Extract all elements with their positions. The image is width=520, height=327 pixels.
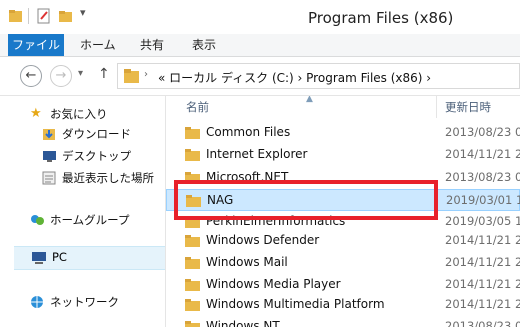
folder-icon (185, 321, 200, 327)
nav-homegroup[interactable]: ホームグループ (0, 210, 160, 230)
nav-downloads[interactable]: ダウンロード (0, 124, 160, 144)
path-chevron-icon: › (144, 69, 148, 80)
nav-desktop[interactable]: デスクトップ (0, 146, 160, 166)
column-divider[interactable] (436, 96, 437, 118)
folder-icon[interactable] (8, 8, 24, 24)
back-button[interactable]: ← (20, 65, 42, 87)
tab-share[interactable]: 共有 (140, 34, 164, 56)
annotation-highlight (174, 180, 438, 220)
file-name: Windows Defender (206, 233, 320, 247)
address-bar[interactable]: › « ローカル ディスク (C:) › Program Files (x86)… (117, 63, 520, 89)
tab-view[interactable]: 表示 (192, 34, 216, 56)
table-row[interactable]: Internet Explorer 2014/11/21 2 (166, 144, 520, 166)
folder-icon (185, 279, 200, 291)
new-folder-icon[interactable] (58, 8, 74, 24)
folder-icon (185, 257, 200, 269)
recent-locations-icon[interactable]: ▾ (78, 68, 83, 79)
nav-pc[interactable]: PC (14, 246, 165, 270)
tab-home[interactable]: ホーム (80, 34, 116, 56)
sort-ascending-icon: ▲ (306, 96, 313, 104)
navigation-pane: ★ お気に入り ダウンロード デスクトップ 最近表示した場所 ホームグループ P… (0, 96, 165, 327)
table-row[interactable]: Windows Media Player 2014/11/21 2 (166, 274, 520, 296)
forward-arrow-icon: → (55, 68, 67, 83)
address-path: « ローカル ディスク (C:) › Program Files (x86) › (158, 71, 432, 85)
star-icon: ★ (30, 106, 42, 121)
file-date: 2019/03/01 1 (446, 193, 520, 207)
file-date: 2013/08/23 0 (445, 125, 520, 139)
file-name: Internet Explorer (206, 147, 308, 161)
nav-favorites[interactable]: ★ お気に入り (0, 104, 160, 124)
network-icon (31, 296, 43, 308)
window-title: Program Files (x86) (308, 9, 454, 27)
table-row[interactable]: Windows Defender 2014/11/21 2 (166, 230, 520, 252)
nav-desktop-label: デスクトップ (62, 149, 131, 163)
nav-favorites-label: お気に入り (50, 107, 108, 121)
homegroup-icon (31, 215, 44, 225)
forward-button[interactable]: → (50, 65, 72, 87)
customize-dropdown-icon[interactable]: ▾ (80, 6, 86, 19)
folder-icon (185, 127, 200, 139)
folder-icon (185, 299, 200, 311)
file-name: Windows Media Player (206, 277, 341, 291)
file-name: Windows Multimedia Platform (206, 297, 385, 311)
column-header-date[interactable]: 更新日時 (445, 99, 491, 115)
file-date: 2013/08/23 0 (445, 319, 520, 327)
title-bar: ▾ Program Files (x86) (0, 0, 520, 34)
up-arrow-icon[interactable]: ↑ (98, 66, 110, 82)
table-row[interactable]: Common Files 2013/08/23 0 (166, 122, 520, 144)
navigation-bar: ← → ▾ ↑ › « ローカル ディスク (C:) › Program Fil… (0, 57, 520, 96)
nav-network[interactable]: ネットワーク (0, 292, 160, 312)
file-date: 2019/03/05 1 (445, 214, 520, 228)
ribbon-tabs: ファイル ホーム 共有 表示 (0, 34, 520, 57)
nav-network-label: ネットワーク (50, 295, 119, 309)
nav-homegroup-label: ホームグループ (50, 213, 130, 227)
file-date: 2013/08/23 0 (445, 170, 520, 184)
nav-pc-label: PC (52, 250, 67, 264)
file-date: 2014/11/21 2 (445, 233, 520, 247)
recent-places-icon (42, 171, 56, 185)
file-date: 2014/11/21 2 (445, 277, 520, 291)
nav-downloads-label: ダウンロード (62, 127, 131, 141)
file-name: Windows Mail (206, 255, 288, 269)
file-date: 2014/11/21 2 (445, 255, 520, 269)
desktop-icon (43, 151, 56, 162)
table-row[interactable]: Windows NT 2013/08/23 0 (166, 316, 520, 327)
properties-icon[interactable] (36, 8, 52, 24)
file-date: 2014/11/21 2 (445, 147, 520, 161)
file-name: Windows NT (206, 319, 280, 327)
back-arrow-icon: ← (25, 68, 37, 83)
folder-icon (185, 235, 200, 247)
file-date: 2014/11/21 2 (445, 297, 520, 311)
column-header-name[interactable]: 名前 (186, 99, 209, 115)
nav-recent-places[interactable]: 最近表示した場所 (0, 168, 160, 188)
file-name: Common Files (206, 125, 291, 139)
folder-icon (124, 69, 139, 83)
tab-file[interactable]: ファイル (8, 34, 64, 56)
folder-icon (185, 149, 200, 161)
nav-recent-places-label: 最近表示した場所 (62, 171, 154, 185)
table-row[interactable]: Windows Multimedia Platform 2014/11/21 2 (166, 294, 520, 316)
table-row[interactable]: Windows Mail 2014/11/21 2 (166, 252, 520, 274)
divider (28, 8, 29, 24)
computer-icon (32, 252, 46, 264)
downloads-icon (43, 129, 55, 140)
